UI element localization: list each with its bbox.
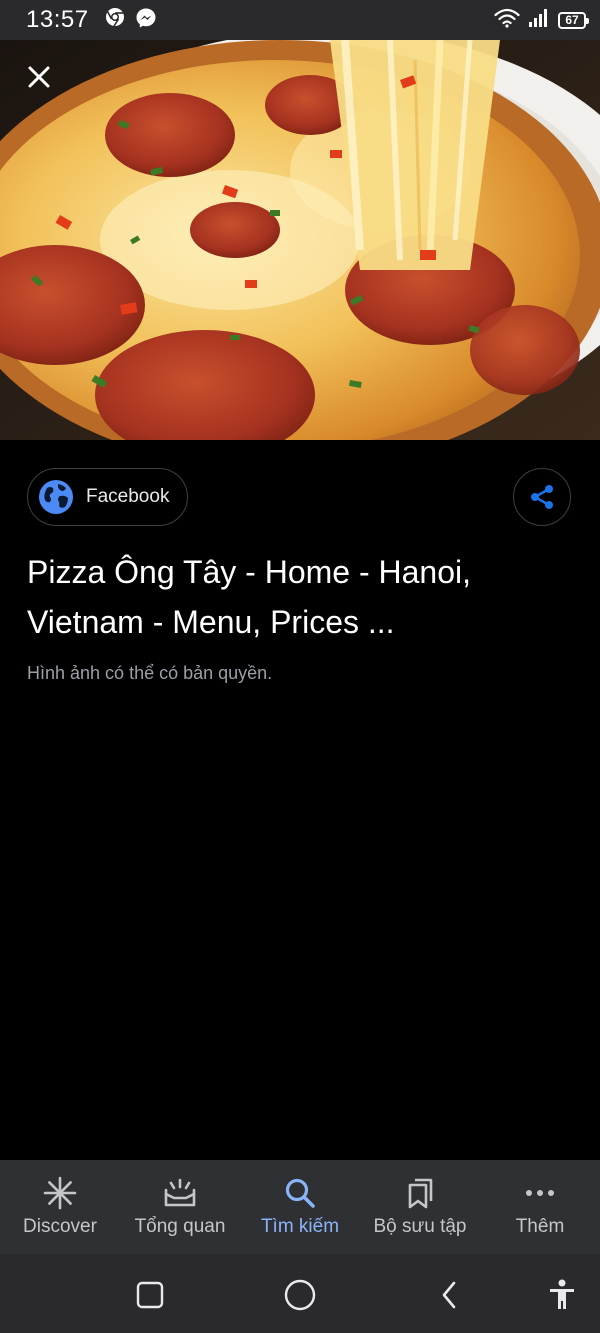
source-chip[interactable]: Facebook [27,468,189,526]
share-icon [531,485,553,509]
back-button[interactable] [432,1278,466,1312]
copyright-notice: Hình ảnh có thể có bản quyền. [27,663,273,683]
accessibility-icon [550,1279,574,1309]
nav-item-search[interactable]: Tìm kiếm [240,1160,360,1254]
overview-icon [164,1178,196,1207]
signal-icon [528,8,550,33]
globe-icon [39,480,73,514]
result-image[interactable] [0,40,600,440]
close-button[interactable] [20,58,58,96]
nav-item-more[interactable]: Thêm [480,1160,600,1254]
search-icon [285,1178,315,1208]
nav-label-discover: Discover [23,1216,97,1237]
close-icon [28,66,50,88]
more-icon [526,1190,554,1196]
recents-icon [136,1281,164,1309]
back-icon [442,1281,456,1309]
home-button[interactable] [283,1278,317,1312]
wifi-icon [494,8,520,33]
nav-item-collections[interactable]: Bộ sưu tập [360,1160,480,1254]
asterisk-icon [43,1176,77,1210]
result-title[interactable]: Pizza Ông Tây - Home - Hanoi, Vietnam - … [27,547,577,647]
recents-button[interactable] [133,1278,167,1312]
source-label: Facebook [86,486,170,507]
collections-icon [408,1178,433,1209]
battery-icon: 67 [558,11,589,29]
battery-level: 67 [565,13,579,27]
status-time: 13:57 [26,6,89,33]
nav-label-overview: Tổng quan [134,1216,226,1237]
chrome-icon [105,7,125,34]
messenger-icon [135,7,157,34]
status-right: 67 [494,8,589,33]
home-icon [284,1279,316,1311]
pizza-image [0,40,600,440]
bottom-nav: Discover Tổng quan Tìm kiếm Bộ sưu tập T… [0,1160,600,1254]
accessibility-button[interactable] [545,1278,579,1312]
system-nav-bar [0,1254,600,1333]
nav-label-more: Thêm [515,1216,565,1237]
share-button[interactable] [513,468,571,526]
status-bar: 13:57 67 [0,0,600,40]
nav-label-search: Tìm kiếm [260,1216,340,1237]
nav-item-discover[interactable]: Discover [0,1160,120,1254]
nav-item-overview[interactable]: Tổng quan [120,1160,240,1254]
nav-label-collections: Bộ sưu tập [373,1216,467,1237]
status-app-icons [105,7,157,34]
